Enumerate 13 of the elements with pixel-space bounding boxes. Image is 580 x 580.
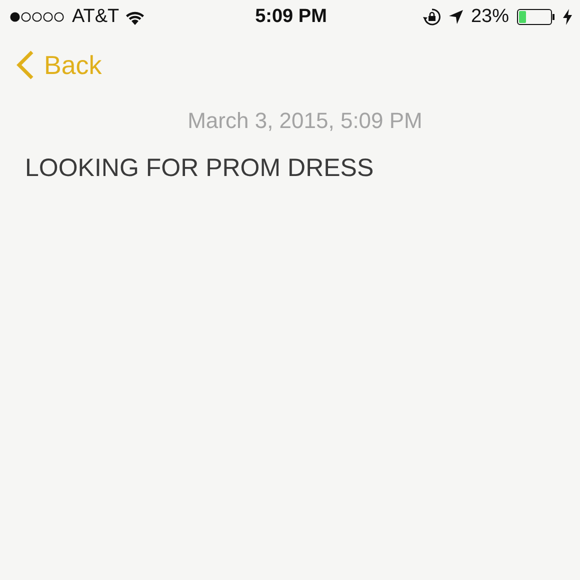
- carrier-name: AT&T: [72, 6, 120, 28]
- wifi-icon: [125, 10, 146, 24]
- rotation-lock-icon: [422, 8, 441, 26]
- battery-percentage: 23%: [470, 6, 509, 28]
- clock-time: 5:09 PM: [255, 6, 327, 28]
- back-button[interactable]: Back: [16, 50, 102, 80]
- charging-bolt-icon: [563, 9, 572, 25]
- note-date: March 3, 2015, 5:09 PM: [188, 108, 422, 133]
- signal-icon: [10, 11, 66, 23]
- note-text: LOOKING FOR PROM DRESS: [25, 154, 374, 182]
- chevron-left-icon: [16, 50, 34, 80]
- battery-icon: [517, 9, 555, 25]
- location-arrow-icon: [448, 10, 463, 24]
